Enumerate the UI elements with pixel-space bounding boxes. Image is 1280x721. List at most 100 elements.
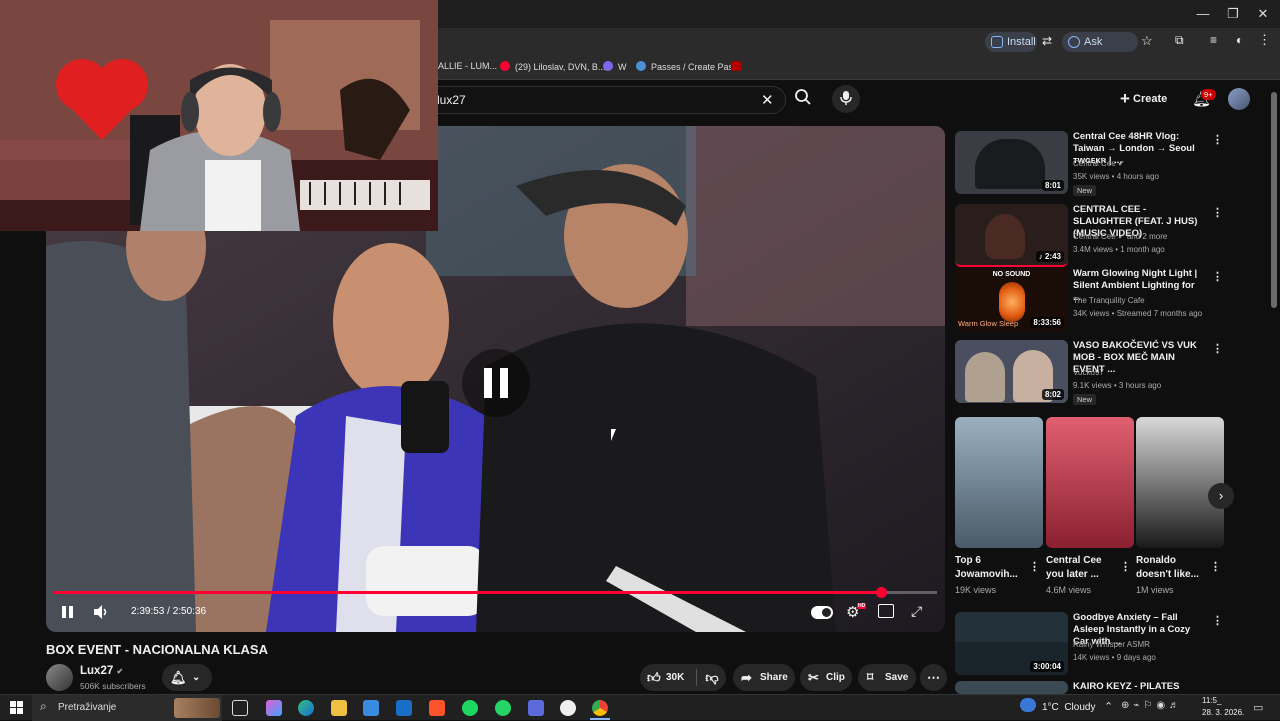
notification-center-icon[interactable]: ▭: [1253, 701, 1263, 714]
more-options-icon[interactable]: ⋮: [1212, 614, 1223, 627]
video-thumbnail[interactable]: ♪ 2:43: [955, 204, 1068, 267]
recommendation-item[interactable]: 8:02 VASO BAKOČEVIĆ VS VUK MOB - BOX MEČ…: [955, 340, 1255, 406]
bookmark-item[interactable]: Passes / Create Pass: [636, 61, 738, 72]
short-title[interactable]: Ronaldo doesn't like...: [1136, 554, 1210, 582]
store-icon[interactable]: [363, 700, 379, 716]
account-avatar[interactable]: [1228, 88, 1250, 110]
clock-time[interactable]: 11:5_: [1202, 696, 1221, 705]
edge-icon[interactable]: [298, 700, 314, 716]
bookmark-star-icon[interactable]: ☆: [1141, 33, 1153, 49]
shorts-next-button[interactable]: ›: [1208, 483, 1234, 509]
clip-button[interactable]: ✂ Clip: [800, 664, 852, 691]
video-thumbnail[interactable]: 3:00:04: [955, 612, 1068, 675]
video-thumbnail[interactable]: NO SOUND Warm Glow Sleep 8:33:56: [955, 268, 1068, 331]
more-options-icon[interactable]: ⋮: [1212, 133, 1223, 146]
short-item[interactable]: Ronaldo doesn't like... 1M views ⋮: [1136, 417, 1224, 595]
bell-icon: 🔔︎: [170, 670, 187, 685]
browser-menu-icon[interactable]: ⋮: [1258, 32, 1271, 48]
short-item[interactable]: Top 6 Jowamovih... 19K views ⋮: [955, 417, 1043, 595]
clock-date[interactable]: 28. 3. 2026.: [1202, 708, 1244, 717]
weather-text[interactable]: 1°C Cloudy: [1042, 702, 1095, 713]
channel-name[interactable]: The Tranquility Cafe: [1073, 296, 1145, 305]
channel-avatar[interactable]: [46, 664, 73, 691]
short-thumbnail[interactable]: [1136, 417, 1224, 548]
short-thumbnail[interactable]: [955, 417, 1043, 548]
spotify-icon[interactable]: [462, 700, 478, 716]
capcut-icon[interactable]: [560, 700, 576, 716]
more-options-icon[interactable]: ⋮: [1212, 342, 1223, 355]
translate-icon[interactable]: ⇄: [1042, 34, 1052, 48]
extensions-icon[interactable]: ⧉: [1175, 33, 1184, 48]
video-thumbnail[interactable]: [955, 681, 1068, 694]
channel-name[interactable]: Central Cee ✔: [1073, 159, 1125, 168]
more-actions-button[interactable]: ⋯: [920, 664, 947, 691]
create-button[interactable]: + Create: [1120, 88, 1178, 110]
like-button[interactable]: 👍︎ 30K: [640, 664, 696, 691]
whatsapp-icon[interactable]: [495, 700, 511, 716]
clear-search-icon[interactable]: ✕: [761, 91, 774, 109]
video-thumbnail[interactable]: 8:01: [955, 131, 1068, 194]
short-title[interactable]: Top 6 Jowamovih...: [955, 554, 1029, 582]
recommendation-item[interactable]: NO SOUND Warm Glow Sleep 8:33:56 Warm Gl…: [955, 268, 1255, 332]
theater-mode-icon[interactable]: [878, 604, 894, 618]
minimize-icon[interactable]: —: [1188, 4, 1218, 24]
video-duration: 8:02: [1041, 389, 1064, 400]
subscribed-button[interactable]: 🔔︎ ⌄: [162, 664, 212, 691]
more-options-icon[interactable]: ⋮: [1029, 560, 1040, 573]
dislike-button[interactable]: 👎︎: [698, 664, 726, 691]
install-button[interactable]: Install: [985, 32, 1037, 52]
outlook-icon[interactable]: [396, 700, 412, 716]
search-icon[interactable]: [792, 88, 814, 110]
channel-name[interactable]: Vucko97: [1073, 368, 1104, 377]
bookmark-item[interactable]: (29) Liloslav, DVN, B...: [500, 61, 605, 72]
close-window-icon[interactable]: ✕: [1248, 4, 1278, 24]
pause-overlay-icon[interactable]: [462, 349, 530, 417]
chevron-up-icon[interactable]: ⌃: [1104, 700, 1113, 713]
bookmark-item[interactable]: ALLIE - LUM...: [438, 61, 497, 71]
save-button[interactable]: ⌑ Save: [858, 664, 916, 691]
recommendation-item[interactable]: ♪ 2:43 CENTRAL CEE - SLAUGHTER (FEAT. J …: [955, 204, 1255, 267]
recommendation-item[interactable]: 8:01 Central Cee 48HR Vlog: Taiwan → Lon…: [955, 131, 1255, 201]
profile-icon[interactable]: ◐: [1236, 33, 1243, 47]
more-options-icon[interactable]: ⋮: [1212, 270, 1223, 283]
video-thumbnail[interactable]: 8:02: [955, 340, 1068, 403]
channel-name[interactable]: Lux27 ✔: [80, 665, 123, 677]
share-button[interactable]: ➦ Share: [733, 664, 795, 691]
short-item[interactable]: Central Cee you later ... 4.6M views ⋮: [1046, 417, 1134, 595]
search-input[interactable]: [437, 93, 737, 107]
chrome-icon[interactable]: [592, 700, 608, 716]
more-options-icon[interactable]: ⋮: [1210, 560, 1221, 573]
search-highlight-image: [174, 698, 220, 718]
volume-icon[interactable]: [92, 603, 110, 621]
more-options-icon[interactable]: ⋮: [1212, 206, 1223, 219]
recommendation-item[interactable]: KAIRO KEYZ - PILATES [MUSIC: [955, 681, 1255, 694]
channel-name[interactable]: Central Cee ✔ and 2 more: [1073, 232, 1167, 241]
taskbar-search[interactable]: ⌕ Pretraživanje: [32, 695, 222, 721]
media-controls-icon[interactable]: ≡: [1210, 33, 1217, 47]
app-icon[interactable]: [528, 700, 544, 716]
ask-google-button[interactable]: Ask Google: [1062, 32, 1138, 68]
file-explorer-icon[interactable]: [331, 700, 347, 716]
page-scrollbar[interactable]: [1271, 92, 1277, 308]
autoplay-toggle[interactable]: [811, 606, 833, 619]
channel-name[interactable]: Rainy Whisper ASMR: [1073, 640, 1150, 649]
bookmark-item[interactable]: W: [603, 61, 627, 72]
system-tray-icons[interactable]: ⊕⌁⚐◉♬: [1121, 700, 1183, 711]
progress-played: [54, 591, 882, 594]
short-thumbnail[interactable]: [1046, 417, 1134, 548]
more-options-icon[interactable]: ⋮: [1120, 560, 1131, 573]
pause-icon[interactable]: [60, 604, 76, 620]
video-title-link[interactable]: KAIRO KEYZ - PILATES [MUSIC: [1073, 681, 1213, 694]
bookmark-item[interactable]: [731, 61, 746, 72]
restore-icon[interactable]: ❐: [1218, 4, 1248, 24]
short-title[interactable]: Central Cee you later ...: [1046, 554, 1120, 582]
search-box[interactable]: ✕: [430, 86, 786, 114]
voice-search-icon[interactable]: [832, 85, 860, 113]
brave-icon[interactable]: [429, 700, 445, 716]
fullscreen-icon[interactable]: ⤢: [911, 603, 922, 620]
windows-start-icon[interactable]: [10, 701, 23, 714]
copilot-icon[interactable]: [266, 700, 282, 716]
task-view-icon[interactable]: [232, 700, 248, 716]
progress-bar[interactable]: [54, 587, 937, 598]
recommendation-item[interactable]: 3:00:04 Goodbye Anxiety – Fall Asleep In…: [955, 612, 1255, 680]
